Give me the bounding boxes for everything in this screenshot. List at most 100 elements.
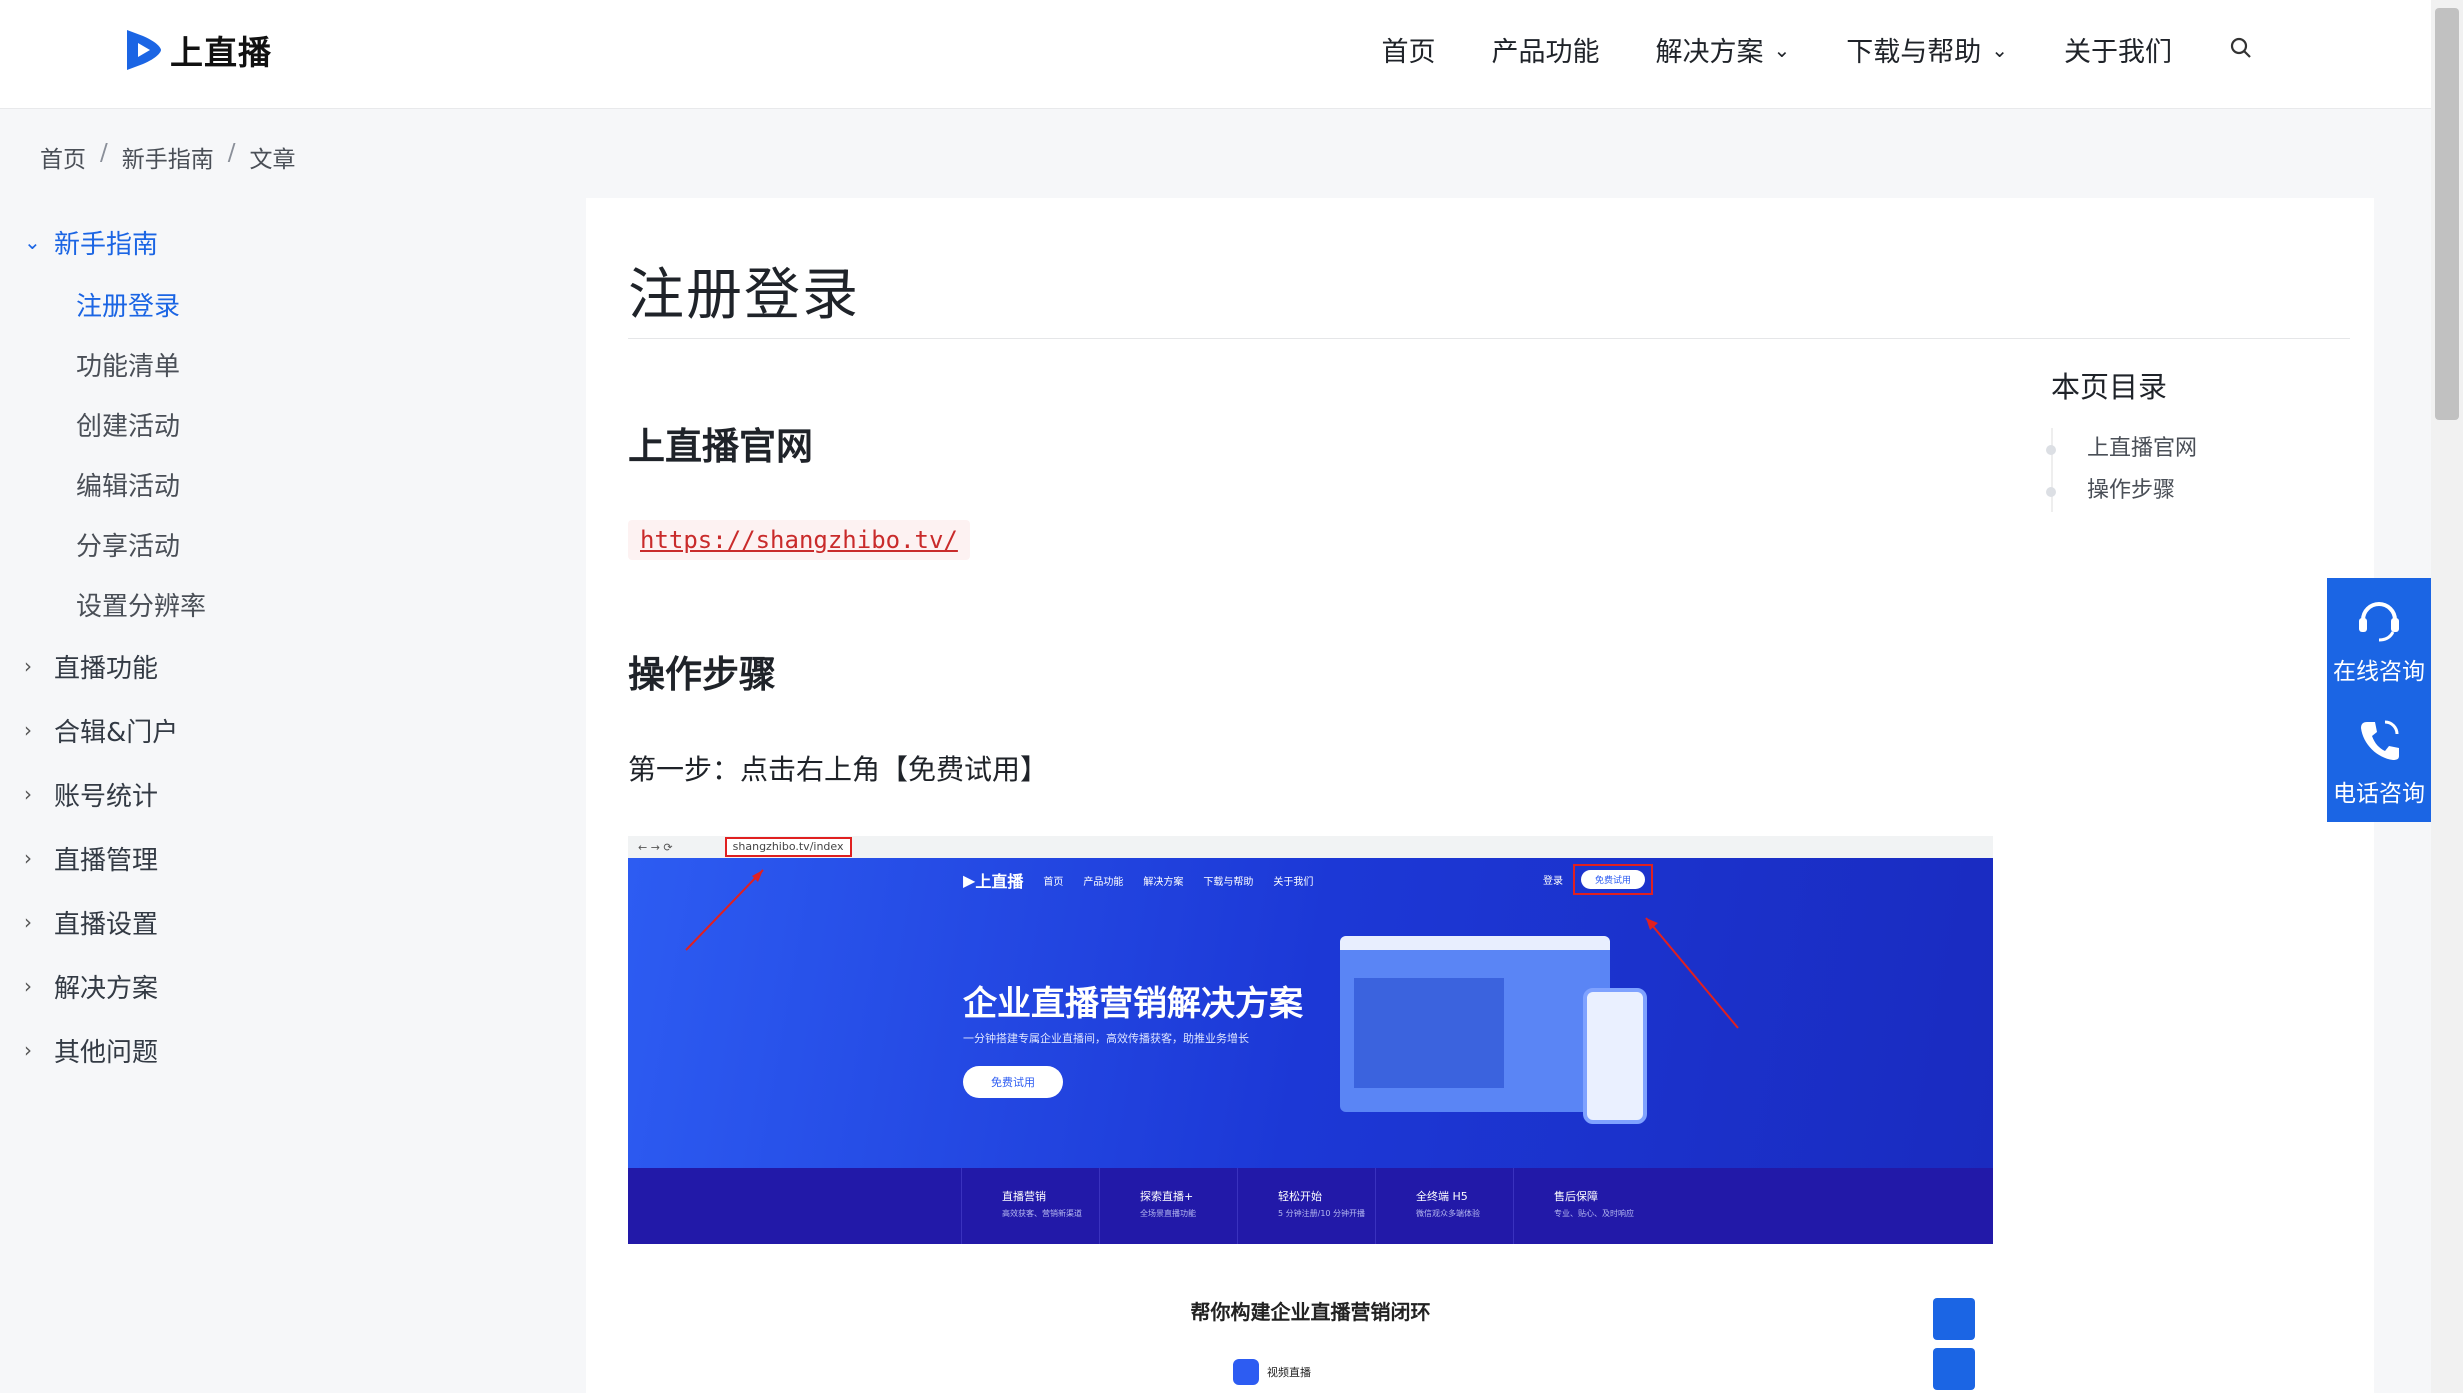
sidebar-group-beginner[interactable]: ⌄ 新手指南	[24, 210, 564, 274]
screenshot-feature: 直播营销 高效获客、营销新渠道	[961, 1168, 1099, 1244]
sidebar-item-create-event[interactable]: 创建活动	[24, 394, 564, 454]
sidebar-group-live-features[interactable]: › 直播功能	[24, 634, 564, 698]
nav-about[interactable]: 关于我们	[2064, 30, 2172, 69]
step-screenshot-image: ← → ⟳ shangzhibo.tv/index ▶ 上直播 首页 产品功能 …	[628, 836, 1993, 1393]
nav-label: 关于我们	[2064, 37, 2172, 68]
bottom-item-label: 视频直播	[1267, 1366, 1311, 1379]
contact-float-panel: 在线咨询 电话咨询	[2327, 578, 2431, 822]
sidebar-group-label: 直播功能	[54, 653, 159, 684]
sidebar: ⌄ 新手指南 注册登录 功能清单 创建活动 编辑活动 分享活动 设置分辨率 › 直…	[24, 210, 564, 1082]
chevron-down-icon: ⌄	[24, 230, 41, 254]
online-consult-label: 在线咨询	[2333, 659, 2425, 685]
phone-consult-button[interactable]: 电话咨询	[2327, 700, 2431, 822]
nav-products[interactable]: 产品功能	[1491, 30, 1599, 69]
sidebar-item-label: 编辑活动	[76, 471, 181, 502]
chevron-right-icon: ›	[24, 974, 32, 998]
site-logo[interactable]: 上直播	[122, 26, 272, 74]
breadcrumb-home[interactable]: 首页	[40, 140, 86, 174]
sidebar-group-label: 账号统计	[54, 781, 159, 812]
sidebar-group-label: 其他问题	[54, 1037, 159, 1068]
screenshot-hero-subtitle: 一分钟搭建专属企业直播间，高效传播获客，助推业务增长	[963, 1032, 1249, 1045]
sidebar-group-label: 直播管理	[54, 845, 159, 876]
main-nav: 首页 产品功能 解决方案 ⌄ 下载与帮助 ⌄ 关于我们	[1325, 30, 2258, 69]
sidebar-group-label: 直播设置	[54, 909, 159, 940]
sidebar-group-label: 合辑&门户	[54, 717, 179, 748]
screenshot-side-button	[1933, 1298, 1975, 1340]
phone-consult-label: 电话咨询	[2333, 781, 2425, 807]
feature-sub: 微信观众多端体验	[1416, 1209, 1480, 1218]
nav-label: 产品功能	[1491, 37, 1600, 68]
table-of-contents: 本页目录 上直播官网 操作步骤	[2045, 364, 2197, 512]
sidebar-item-register-login[interactable]: 注册登录	[24, 274, 564, 334]
nav-download-help[interactable]: 下载与帮助 ⌄	[1846, 30, 2008, 69]
title-divider	[628, 338, 2350, 339]
sidebar-item-label: 设置分辨率	[76, 591, 207, 622]
breadcrumb-article: 文章	[249, 147, 296, 173]
screenshot-desktop-mockup	[1340, 936, 1610, 1112]
video-live-icon	[1233, 1359, 1259, 1385]
feature-title: 探索直播+	[1140, 1190, 1194, 1203]
sidebar-item-resolution[interactable]: 设置分辨率	[24, 574, 564, 634]
sidebar-group-label: 新手指南	[54, 229, 159, 260]
sidebar-group-live-management[interactable]: › 直播管理	[24, 826, 564, 890]
screenshot-feature: 售后保障 专业、贴心、及时响应	[1513, 1168, 1651, 1244]
toc-list: 上直播官网 操作步骤	[2045, 428, 2197, 512]
sidebar-group-other-questions[interactable]: › 其他问题	[24, 1018, 564, 1082]
page-title: 注册登录	[628, 263, 860, 328]
breadcrumb-guide[interactable]: 新手指南	[122, 140, 214, 174]
breadcrumb-separator: /	[100, 140, 108, 166]
chevron-right-icon: ›	[24, 910, 32, 934]
sidebar-item-label: 分享活动	[76, 531, 181, 562]
section-title-steps: 操作步骤	[628, 653, 776, 696]
toc-item-steps[interactable]: 操作步骤	[2045, 470, 2197, 512]
nav-label: 下载与帮助	[1846, 37, 1982, 68]
sidebar-group-label: 解决方案	[54, 973, 159, 1004]
screenshot-phone-mockup	[1583, 988, 1647, 1124]
sidebar-item-feature-list[interactable]: 功能清单	[24, 334, 564, 394]
sidebar-item-label: 注册登录	[76, 291, 181, 322]
chevron-right-icon: ›	[24, 782, 32, 806]
search-icon[interactable]	[2228, 35, 2258, 65]
sidebar-group-account-stats[interactable]: › 账号统计	[24, 762, 564, 826]
feature-sub: 高效获客、营销新渠道	[1002, 1209, 1082, 1218]
sidebar-item-label: 功能清单	[76, 351, 181, 382]
chevron-down-icon: ⌄	[1773, 37, 1791, 62]
screenshot-feature: 探索直播+ 全场景直播功能	[1099, 1168, 1237, 1244]
screenshot-url-highlight: shangzhibo.tv/index	[724, 837, 852, 857]
screenshot-browser-bar: ← → ⟳ shangzhibo.tv/index	[628, 836, 1993, 858]
phone-icon	[2361, 720, 2399, 760]
chevron-right-icon: ›	[24, 846, 32, 870]
feature-title: 售后保障	[1554, 1190, 1598, 1203]
toc-title: 本页目录	[2051, 370, 2168, 404]
website-link[interactable]: https://shangzhibo.tv/	[640, 526, 958, 554]
screenshot-bottom-item: 视频直播	[1233, 1359, 1311, 1385]
sidebar-item-share-event[interactable]: 分享活动	[24, 514, 564, 574]
mockup-video	[1354, 978, 1504, 1088]
feature-title: 全终端 H5	[1416, 1190, 1468, 1203]
sidebar-group-live-settings[interactable]: › 直播设置	[24, 890, 564, 954]
toc-item-website[interactable]: 上直播官网	[2045, 428, 2197, 470]
mockup-bar	[1340, 936, 1610, 950]
screenshot-features-bar: 直播营销 高效获客、营销新渠道 探索直播+ 全场景直播功能 轻松开始 5 分钟注册/1…	[628, 1168, 1993, 1244]
sidebar-item-edit-event[interactable]: 编辑活动	[24, 454, 564, 514]
nav-label: 解决方案	[1655, 37, 1764, 68]
page-scrollbar[interactable]	[2431, 0, 2463, 1393]
chevron-right-icon: ›	[24, 654, 32, 678]
sidebar-group-solutions[interactable]: › 解决方案	[24, 954, 564, 1018]
nav-solutions[interactable]: 解决方案 ⌄	[1655, 30, 1790, 69]
screenshot-side-button	[1933, 1348, 1975, 1390]
chevron-right-icon: ›	[24, 718, 32, 742]
step-one-text: 第一步：点击右上角【免费试用】	[628, 753, 1049, 786]
online-consult-button[interactable]: 在线咨询	[2327, 578, 2431, 700]
nav-home[interactable]: 首页	[1381, 30, 1435, 69]
screenshot-bottom-title: 帮你构建企业直播营销闭环	[1190, 1300, 1431, 1324]
sidebar-item-label: 创建活动	[76, 411, 181, 442]
website-link-box: https://shangzhibo.tv/	[628, 520, 970, 560]
screenshot-feature: 全终端 H5 微信观众多端体验	[1375, 1168, 1513, 1244]
scrollbar-thumb[interactable]	[2435, 8, 2459, 420]
chevron-down-icon: ⌄	[1991, 37, 2008, 62]
screenshot-hero-button: 免费试用	[963, 1066, 1063, 1098]
screenshot-feature: 轻松开始 5 分钟注册/10 分钟开播	[1237, 1168, 1375, 1244]
logo-text: 上直播	[170, 33, 272, 72]
sidebar-group-collection-portal[interactable]: › 合辑&门户	[24, 698, 564, 762]
